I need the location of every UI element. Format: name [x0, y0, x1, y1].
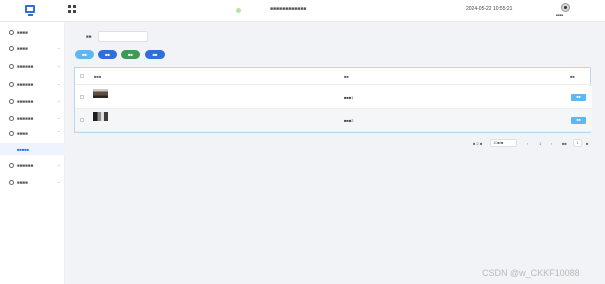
sidebar-item-menu-7[interactable]: ■■■■ ⌃ — [0, 126, 65, 142]
current-datetime: 2024-05-22 10:55:21 — [466, 6, 513, 12]
pagination-total: ■ 2 ■ — [473, 141, 483, 146]
chevron-down-icon: ⌄ — [57, 162, 61, 167]
chevron-down-icon: ⌄ — [57, 63, 61, 68]
chevron-down-icon: ⌄ — [57, 179, 61, 184]
column-header-title[interactable]: ■■ — [344, 74, 349, 79]
chevron-down-icon: ⌄ — [57, 81, 61, 86]
grid-icon — [9, 82, 14, 87]
folder-icon — [9, 131, 14, 136]
goto-label: ■■ — [562, 141, 567, 146]
column-header-image[interactable]: ■■■ — [94, 74, 101, 79]
grid-icon — [9, 99, 14, 104]
row-title: ■■■2 — [344, 118, 354, 123]
current-page[interactable]: 1 — [539, 141, 541, 146]
sidebar-item-menu-9[interactable]: ■■■■ ⌄ — [0, 175, 65, 191]
sidebar-item-label: ■■■■ — [17, 46, 28, 51]
monitor-logo-icon[interactable] — [25, 5, 35, 16]
table-row[interactable]: ■■■2 ■■ — [75, 109, 592, 132]
watermark: CSDN @w_CKKF10088 — [482, 268, 580, 278]
more-button[interactable]: ■■ — [145, 50, 165, 59]
page-size-select[interactable]: 10■/■ — [490, 139, 517, 147]
user-avatar[interactable] — [561, 3, 570, 12]
top-bar: ■■■■■■■■■■■■ 2024-05-22 10:55:21 ■■■■ — [0, 0, 605, 22]
row-checkbox[interactable] — [80, 95, 84, 99]
row-title: ■■■1 — [344, 95, 354, 100]
sidebar-item-label: ■■■■ — [17, 30, 28, 35]
grid-icon — [9, 163, 14, 168]
sidebar-subitem-active[interactable]: ■■■■■ — [0, 143, 65, 155]
chevron-down-icon: ⌄ — [57, 98, 61, 103]
delete-button[interactable]: ■■ — [121, 50, 140, 59]
sidebar-item-users[interactable]: ■■■■ ⌄ — [0, 41, 65, 57]
chevron-down-icon: ⌄ — [57, 45, 61, 50]
column-header-operation: ■■ — [570, 74, 575, 79]
filter-label: ■■ — [86, 34, 92, 39]
prev-page-icon[interactable]: ‹ — [527, 141, 528, 146]
next-page-icon[interactable]: › — [551, 141, 552, 146]
sidebar-menu: ■■■■ ■■■■ ⌄ ■■■■■■ ⌄ ■■■■■■ ⌄ ■■■■■■ ⌄ ■… — [0, 22, 65, 284]
page-suffix: ■ — [586, 141, 589, 146]
user-icon — [9, 46, 14, 51]
sidebar-item-label: ■■■■■■ — [17, 82, 34, 87]
row-thumbnail-image — [93, 89, 108, 98]
sidebar-subitem-label: ■■■■■ — [17, 147, 30, 152]
sidebar-item-label: ■■■■■■ — [17, 99, 34, 104]
page-jump-input[interactable]: 1 — [573, 139, 582, 147]
apps-grid-icon[interactable] — [68, 5, 76, 13]
grid-icon — [9, 116, 14, 121]
add-button[interactable]: ■■ — [98, 50, 117, 59]
row-thumbnail-image — [93, 112, 108, 121]
sidebar-item-label: ■■■■ — [17, 131, 28, 136]
filter-input[interactable] — [98, 31, 148, 42]
row-checkbox[interactable] — [80, 118, 84, 122]
detail-button[interactable]: ■■ — [571, 94, 586, 101]
sidebar-item-menu-8[interactable]: ■■■■■■ ⌄ — [0, 158, 65, 174]
search-button[interactable]: ■■ — [75, 50, 94, 59]
welcome-text: ■■■■■■■■■■■■ — [270, 6, 307, 12]
sidebar-item-label: ■■■■■■ — [17, 163, 34, 168]
sidebar-item-menu-6[interactable]: ■■■■■■ ⌄ — [0, 111, 65, 127]
select-all-checkbox[interactable] — [80, 74, 84, 78]
home-icon — [9, 30, 14, 35]
chevron-up-icon: ⌃ — [57, 130, 61, 135]
sidebar-item-menu-3[interactable]: ■■■■■■ ⌄ — [0, 59, 65, 75]
table-row[interactable]: ■■■1 ■■ — [75, 86, 592, 109]
table-header: ■■■ ■■ ■■ — [75, 68, 592, 85]
grid-icon — [9, 64, 14, 69]
sidebar-item-label: ■■■■■■ — [17, 116, 34, 121]
data-table: ■■■ ■■ ■■ ■■■1 ■■ ■■■2 ■■ — [74, 67, 592, 133]
sidebar-item-menu-4[interactable]: ■■■■■■ ⌄ — [0, 77, 65, 93]
sidebar-item-label: ■■■■■■ — [17, 64, 34, 69]
grid-icon — [9, 180, 14, 185]
detail-button[interactable]: ■■ — [571, 117, 586, 124]
chevron-down-icon: ⌄ — [57, 115, 61, 120]
status-dot-icon — [236, 8, 241, 13]
sidebar-item-home[interactable]: ■■■■ — [0, 25, 65, 41]
sidebar-item-menu-5[interactable]: ■■■■■■ ⌄ — [0, 94, 65, 110]
sidebar-item-label: ■■■■ — [17, 180, 28, 185]
user-name[interactable]: ■■■■ — [556, 13, 563, 17]
